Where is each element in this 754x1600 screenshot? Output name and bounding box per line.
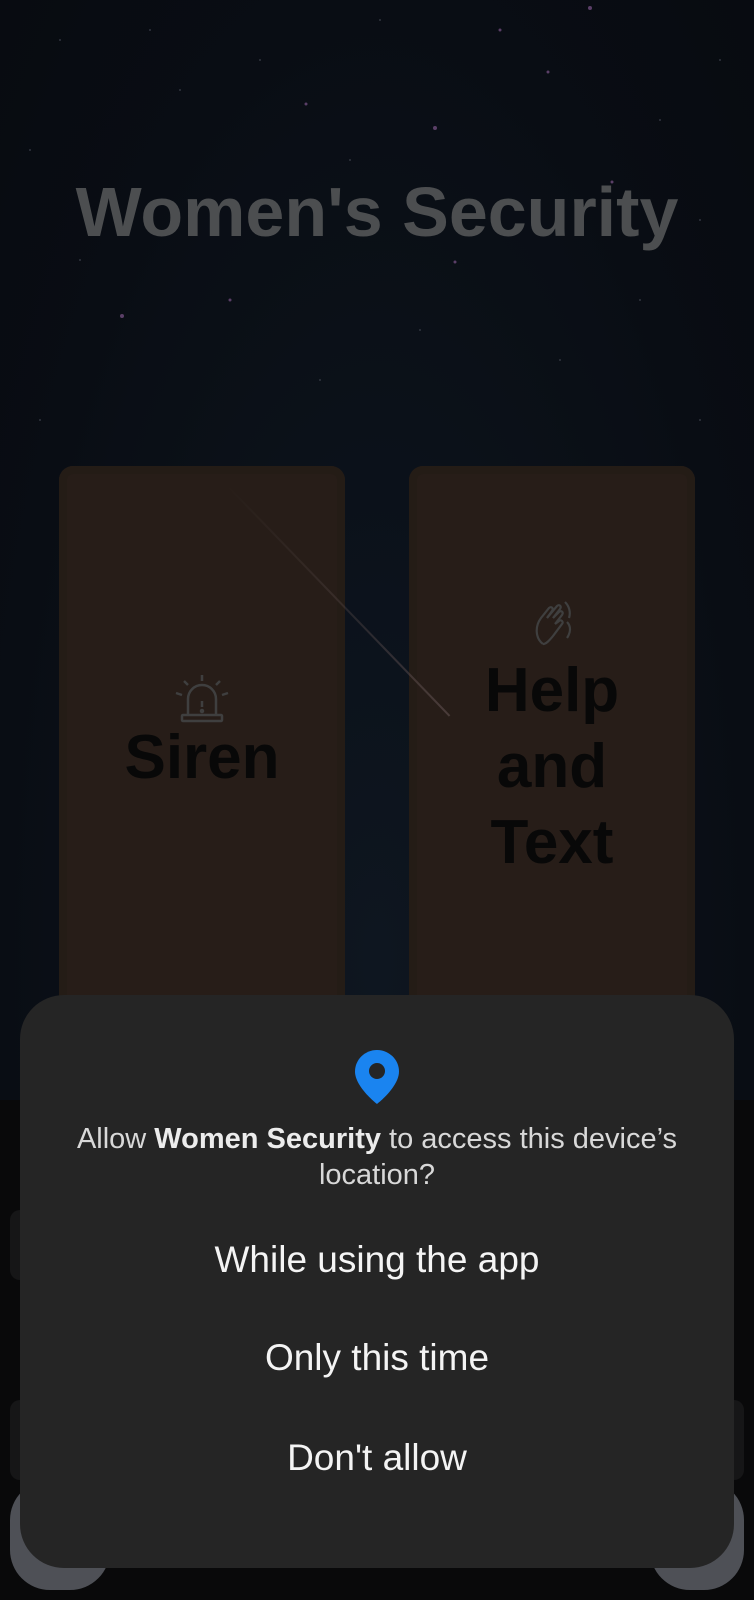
permission-prompt: Allow Women Security to access this devi… (60, 1121, 694, 1193)
dont-allow-button[interactable]: Don't allow (60, 1418, 694, 1498)
prompt-prefix: Allow (76, 1123, 155, 1155)
location-pin-icon (355, 1050, 399, 1104)
prompt-app-name: Women Security (154, 1123, 381, 1155)
while-using-app-button[interactable]: While using the app (60, 1220, 694, 1300)
only-this-time-button[interactable]: Only this time (60, 1318, 694, 1398)
location-permission-dialog: Allow Women Security to access this devi… (20, 995, 734, 1568)
